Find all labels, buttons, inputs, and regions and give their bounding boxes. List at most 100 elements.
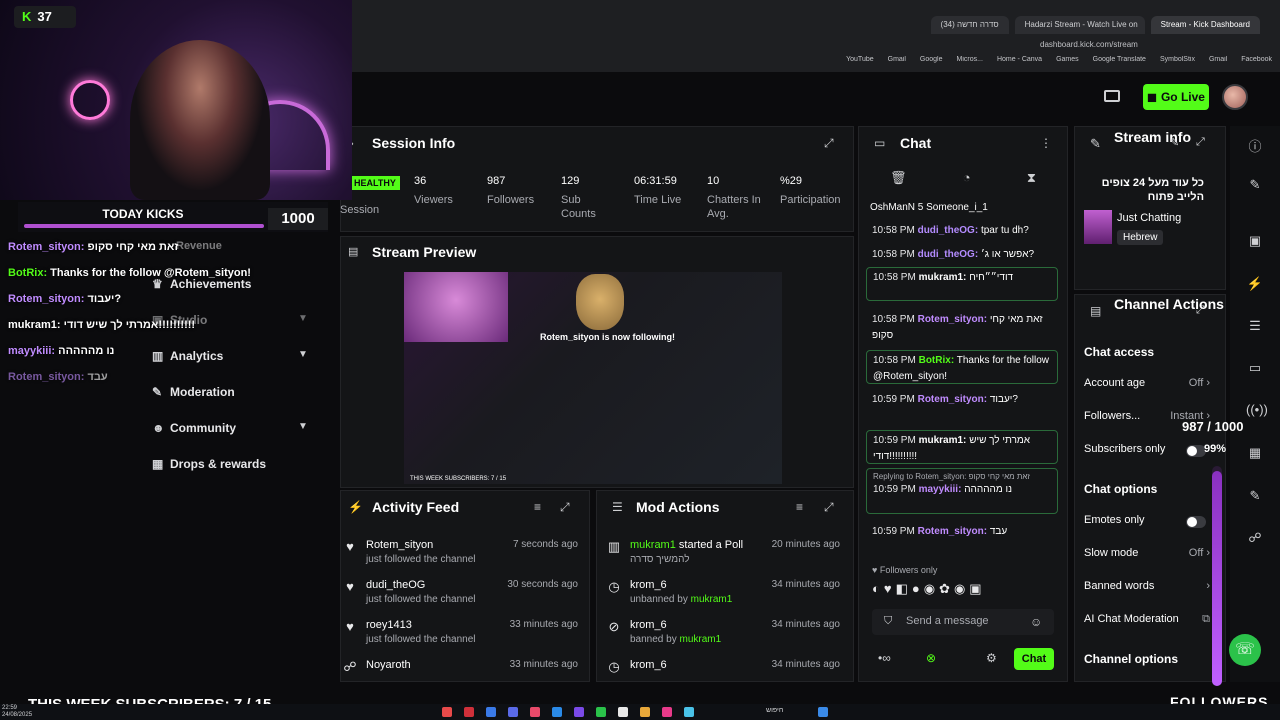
chat-username[interactable]: dudi_theOG:: [918, 249, 979, 260]
subscribers-only-toggle[interactable]: [1186, 445, 1206, 457]
chat-send-button[interactable]: Chat: [1014, 648, 1054, 670]
emote-bar[interactable]: ◐♥◧●◉✿◉▣: [872, 581, 986, 597]
chat-message[interactable]: 10:59 PM Rotem_sityon: עבד: [866, 522, 1058, 542]
setting-row[interactable]: AI Chat Moderation ⧉: [1084, 613, 1216, 625]
bookmark[interactable]: Gmail: [1209, 56, 1227, 70]
chat-top-users[interactable]: OshManN 5 Someone_i_1: [870, 202, 1056, 213]
chat-message[interactable]: 10:58 PM BotRix: Thanks for the follow @…: [866, 350, 1058, 384]
bookmark[interactable]: Home - Canva: [997, 56, 1042, 70]
go-live-button[interactable]: ◼ Go Live: [1143, 84, 1209, 110]
bookmark[interactable]: SymbolStix: [1160, 56, 1195, 70]
more-icon[interactable]: ⋮: [1040, 136, 1052, 150]
chat-input[interactable]: Send a message: [872, 609, 1054, 635]
chat-username[interactable]: Rotem_sityon:: [918, 314, 987, 325]
emoji-icon[interactable]: ☺: [1030, 615, 1042, 629]
activity-user[interactable]: Noyaroth: [366, 659, 411, 671]
mod-user[interactable]: mukram1: [630, 539, 676, 551]
setting-row[interactable]: Account age Off ›: [1084, 377, 1216, 389]
nav-community[interactable]: ☻ Community ▼: [152, 421, 308, 435]
info-icon[interactable]: ⓘ: [1246, 136, 1264, 154]
mod-user[interactable]: krom_6: [630, 619, 667, 631]
activity-user[interactable]: roey1413: [366, 619, 412, 631]
browser-tab-active[interactable]: Stream - Kick Dashboard: [1150, 16, 1260, 34]
filter-icon[interactable]: ≡: [796, 500, 803, 514]
bookmark[interactable]: Gmail: [888, 56, 906, 70]
taskbar-search[interactable]: חיפוש: [766, 707, 783, 714]
chat-bubble-icon[interactable]: ◔: [963, 170, 971, 186]
hourglass-icon[interactable]: ⧗: [1027, 170, 1036, 186]
nav-analytics[interactable]: ▥ Analytics ▼: [152, 349, 308, 363]
chat-message[interactable]: 10:58 PM dudi_theOG: אפשר או ג׳?: [866, 245, 1058, 265]
browser-tab[interactable]: סדרה חדשה (34): [930, 16, 1009, 34]
taskbar-app-icon[interactable]: [596, 707, 606, 717]
chat-username[interactable]: mukram1:: [919, 435, 967, 446]
chat-username[interactable]: Rotem_sityon:: [918, 526, 987, 537]
bolt-icon[interactable]: ⚡: [1246, 276, 1264, 294]
chat-username[interactable]: mukram1:: [919, 272, 967, 283]
bookmark[interactable]: Google Translate: [1093, 56, 1146, 70]
bookmark[interactable]: YouTube: [846, 56, 874, 70]
filter-icon[interactable]: ≡: [534, 500, 541, 514]
activity-user[interactable]: Rotem_sityon: [366, 539, 433, 551]
help-button[interactable]: ☏: [1229, 634, 1261, 666]
taskbar-app-icon[interactable]: [508, 707, 518, 717]
nav-moderation[interactable]: ✎ Moderation: [152, 385, 235, 399]
pen-icon[interactable]: ✎: [1246, 177, 1264, 195]
taskbar-app-icon[interactable]: [574, 707, 584, 717]
mod-by[interactable]: mukram1: [680, 634, 722, 645]
bookmark[interactable]: Games: [1056, 56, 1079, 70]
expand-icon[interactable]: ⤢: [1196, 136, 1205, 149]
bookmark[interactable]: Google: [920, 56, 943, 70]
setting-row[interactable]: Banned words ›: [1084, 580, 1216, 592]
setting-row[interactable]: Slow mode Off ›: [1084, 547, 1216, 559]
chat-username[interactable]: dudi_theOG:: [918, 225, 979, 236]
url-bar[interactable]: dashboard.kick.com/stream: [1040, 40, 1200, 52]
taskbar-app-icon[interactable]: [618, 707, 628, 717]
people-icon[interactable]: ☍: [1246, 530, 1264, 548]
emotes-only-toggle[interactable]: [1186, 516, 1206, 528]
broadcast-icon[interactable]: ((•)): [1246, 402, 1268, 420]
chat-username[interactable]: BotRix:: [919, 355, 955, 366]
chat-message[interactable]: Replying to Rotem_sityon: זאת מאי קחי סק…: [866, 468, 1058, 514]
chat-message[interactable]: 10:59 PM mukram1: אמרתי לך שיש דודי!!!!!…: [866, 430, 1058, 464]
avatar[interactable]: [1222, 84, 1248, 110]
expand-icon[interactable]: ⤢: [824, 136, 834, 151]
chat-username[interactable]: Rotem_sityon:: [918, 394, 987, 405]
list-icon[interactable]: ☰: [1246, 318, 1264, 336]
mod-user[interactable]: krom_6: [630, 659, 667, 671]
taskbar-app-icon[interactable]: [662, 707, 672, 717]
edit-icon[interactable]: ✎: [1170, 136, 1179, 149]
chat-username[interactable]: mayykiii:: [919, 484, 962, 495]
chat-message[interactable]: 10:58 PM mukram1: דודי״״חיח: [866, 267, 1058, 301]
windows-start-icon[interactable]: [818, 707, 828, 717]
gear-icon[interactable]: ⚙: [986, 651, 997, 665]
mod-icon[interactable]: ▦: [1246, 445, 1264, 463]
nav-revenue[interactable]: Revenue: [176, 240, 222, 252]
taskbar-app-icon[interactable]: [552, 707, 562, 717]
mod-by[interactable]: mukram1: [691, 594, 733, 605]
taskbar-app-icon[interactable]: [640, 707, 650, 717]
screen-icon[interactable]: ▣: [1246, 233, 1264, 251]
bookmark[interactable]: Micros...: [956, 56, 982, 70]
kick-icon[interactable]: ⊗: [926, 651, 936, 665]
taskbar-app-icon[interactable]: [684, 707, 694, 717]
nav-drops-rewards[interactable]: ▦ Drops & rewards: [152, 457, 266, 471]
expand-icon[interactable]: ⤢: [824, 500, 834, 515]
taskbar-app-icon[interactable]: [530, 707, 540, 717]
nav-achievements[interactable]: ♛ Achievements: [152, 277, 251, 291]
chat-message[interactable]: 10:58 PM Rotem_sityon: זאת מאי קחי סקופ: [866, 310, 1058, 346]
chat-message[interactable]: 10:58 PM dudi_theOG: tpar tu dh?: [866, 221, 1058, 241]
expand-icon[interactable]: ⤢: [1196, 304, 1205, 317]
chat-bubble-icon[interactable]: ▭: [1246, 360, 1264, 378]
taskbar-app-icon[interactable]: [486, 707, 496, 717]
wrench-icon[interactable]: ✎: [1246, 488, 1264, 506]
activity-user[interactable]: dudi_theOG: [366, 579, 425, 591]
expand-icon[interactable]: ⤢: [560, 500, 570, 515]
trash-icon[interactable]: 🗑: [890, 170, 907, 186]
taskbar-app-icon[interactable]: [442, 707, 452, 717]
taskbar-app-icon[interactable]: [464, 707, 474, 717]
mod-user[interactable]: krom_6: [630, 579, 667, 591]
chat-message[interactable]: 10:59 PM Rotem_sityon: יעבוד?: [866, 390, 1058, 410]
browser-tab[interactable]: Hadarzi Stream - Watch Live on: [1014, 16, 1145, 34]
infinity-icon[interactable]: •∞: [878, 651, 891, 665]
